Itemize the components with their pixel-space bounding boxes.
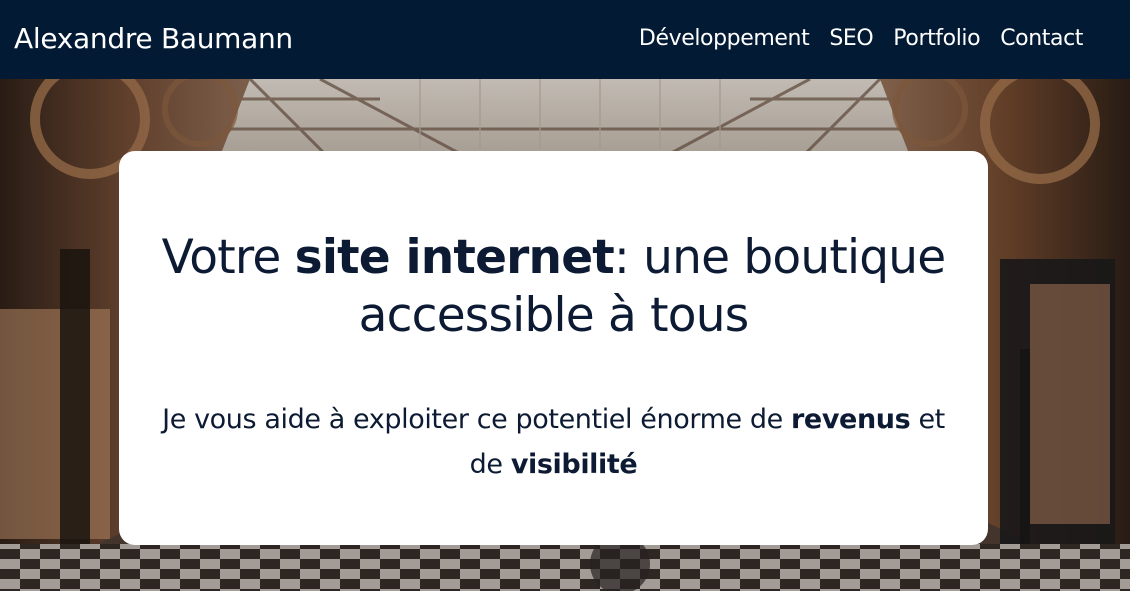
main-nav: Développement SEO Portfolio Contact xyxy=(639,24,1083,54)
headline-text-start: Votre xyxy=(161,230,295,285)
nav-item-developpement[interactable]: Développement xyxy=(639,24,810,54)
nav-item-contact[interactable]: Contact xyxy=(1000,24,1083,54)
brand-link[interactable]: Alexandre Baumann xyxy=(14,20,293,58)
nav-item-seo[interactable]: SEO xyxy=(829,24,873,54)
hero-card: Votre site internet: une boutique access… xyxy=(119,151,988,545)
subline-bold-revenus: revenus xyxy=(791,404,911,435)
subline-text-start: Je vous aide à exploiter ce potentiel én… xyxy=(162,404,791,435)
headline-bold-text: site internet xyxy=(294,230,615,285)
nav-item-portfolio[interactable]: Portfolio xyxy=(893,24,980,54)
hero-headline: Votre site internet: une boutique access… xyxy=(119,229,988,345)
hero-section: Votre site internet: une boutique access… xyxy=(0,79,1130,591)
top-navbar: Alexandre Baumann Développement SEO Port… xyxy=(0,0,1130,79)
subline-bold-visibilite: visibilité xyxy=(510,449,638,480)
hero-subline: Je vous aide à exploiter ce potentiel én… xyxy=(149,397,958,487)
